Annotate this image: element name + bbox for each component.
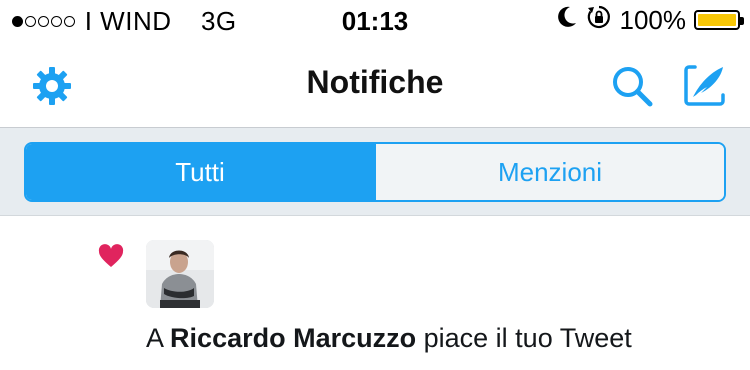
status-bar: I WIND 3G 01:13 100% xyxy=(0,0,750,42)
battery-nub xyxy=(740,17,744,25)
battery-fill xyxy=(698,14,736,26)
search-button[interactable] xyxy=(606,60,658,112)
compose-tweet-button[interactable] xyxy=(680,60,730,110)
search-icon xyxy=(613,67,653,107)
tab-mentions[interactable]: Menzioni xyxy=(374,144,724,200)
battery-icon xyxy=(694,10,744,30)
compose-icon xyxy=(684,65,725,106)
segmented-control: Tutti Menzioni xyxy=(24,142,726,202)
tab-bar-area: Tutti Menzioni xyxy=(0,128,750,216)
rotation-lock-icon xyxy=(586,4,612,37)
moon-icon xyxy=(556,5,578,36)
avatar-photo xyxy=(146,240,214,308)
tab-all[interactable]: Tutti xyxy=(26,144,374,200)
user-name-link[interactable]: Riccardo Marcuzzo xyxy=(170,323,416,353)
notification-item[interactable]: A Riccardo Marcuzzo piace il tuo Tweet xyxy=(0,216,750,370)
avatar[interactable] xyxy=(146,240,214,308)
notification-prefix: A xyxy=(146,323,163,353)
heart-icon xyxy=(98,244,124,267)
notification-text: A Riccardo Marcuzzo piace il tuo Tweet xyxy=(146,323,632,354)
status-indicators: 100% xyxy=(556,4,744,37)
notification-suffix: piace il tuo Tweet xyxy=(423,323,632,353)
navigation-bar: Notifiche xyxy=(0,42,750,128)
battery-percent: 100% xyxy=(619,4,687,35)
